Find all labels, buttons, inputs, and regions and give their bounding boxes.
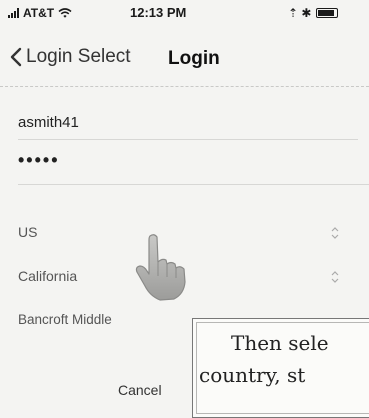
state-value: California bbox=[18, 268, 78, 284]
wifi-icon bbox=[58, 8, 72, 18]
country-value: US bbox=[18, 224, 38, 240]
page-title: Login bbox=[168, 48, 220, 69]
battery-icon bbox=[316, 8, 339, 18]
nav-divider bbox=[0, 86, 369, 87]
navigation-bar: Login Select Login bbox=[0, 36, 369, 86]
signal-bars-icon bbox=[8, 8, 19, 18]
field-divider bbox=[18, 184, 369, 185]
username-value: asmith41 bbox=[18, 114, 79, 131]
instruction-callout: Then sele country, st bbox=[192, 318, 369, 418]
instruction-line-1: Then sele bbox=[231, 331, 329, 355]
username-field[interactable]: asmith41 bbox=[18, 110, 358, 140]
school-value: Bancroft Middle bbox=[18, 312, 112, 327]
back-button-label: Login Select bbox=[26, 46, 131, 67]
chevron-left-icon bbox=[10, 47, 22, 67]
password-value: ••••• bbox=[18, 150, 60, 170]
cancel-button[interactable]: Cancel bbox=[118, 382, 162, 398]
status-time: 12:13 PM bbox=[130, 5, 187, 20]
carrier-label: AT&T bbox=[23, 6, 55, 20]
up-down-chevron-icon bbox=[331, 227, 339, 239]
password-field[interactable]: ••••• bbox=[18, 148, 358, 178]
up-down-chevron-icon bbox=[331, 271, 339, 283]
location-bluetooth-icons: ⇡ ✱ bbox=[288, 6, 312, 20]
status-bar: AT&T 12:13 PM ⇡ ✱ bbox=[0, 0, 369, 26]
pointing-hand-icon bbox=[135, 234, 186, 301]
status-right: ⇡ ✱ bbox=[288, 6, 339, 20]
back-button[interactable]: Login Select bbox=[10, 46, 131, 68]
status-left: AT&T bbox=[8, 6, 72, 20]
instruction-line-2: country, st bbox=[199, 363, 306, 387]
